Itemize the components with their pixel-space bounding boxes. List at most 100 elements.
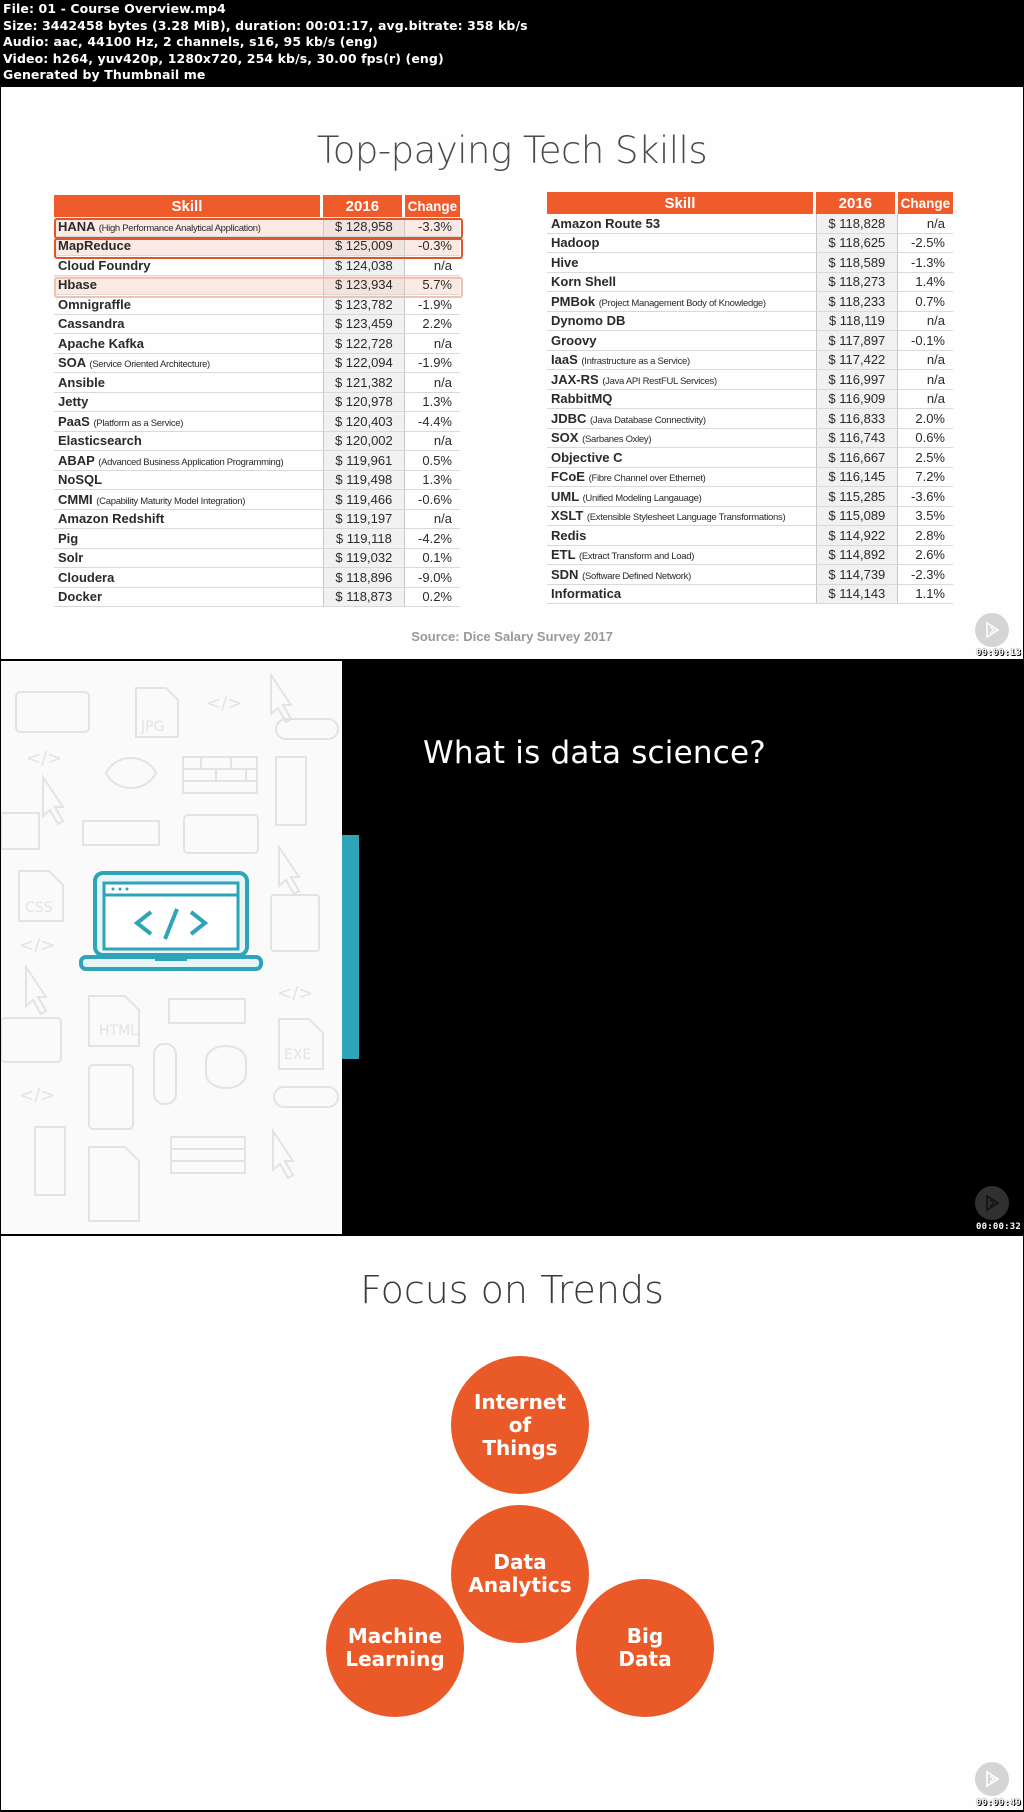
skill-expansion: (Java API RestFUL Services)	[602, 375, 717, 387]
table-row: SOA (Service Oriented Architecture) $ 122…	[54, 353, 460, 373]
skill-cell: Amazon Redshift	[54, 510, 323, 529]
salary-cell: $ 116,667	[815, 448, 898, 468]
salary-cell: $ 119,961	[322, 451, 405, 471]
skill-cell: Cloud Foundry	[54, 256, 323, 276]
tablet-icon	[15, 691, 90, 733]
salary-cell: $ 119,466	[322, 490, 405, 510]
skill-cell: PMBok (Project Management Body of Knowle…	[547, 292, 816, 312]
skill-name: SOA	[58, 355, 86, 371]
salary-cell: $ 118,589	[815, 253, 898, 273]
timestamp: 00:00:49	[976, 1798, 1021, 1808]
skill-name: Elasticsearch	[58, 433, 142, 449]
salary-cell: $ 118,873	[322, 587, 405, 607]
keyboard-icon	[82, 820, 160, 846]
skill-name: Pig	[58, 530, 79, 546]
table-row: Docker $ 118,873 0.2%	[54, 587, 460, 607]
bubble-data-analytics: Data Analytics	[451, 1505, 589, 1643]
cursor-icon	[278, 843, 301, 896]
column-header-skill: Skill	[54, 195, 323, 217]
cursor-icon	[42, 773, 65, 826]
salary-cell: $ 119,118	[322, 529, 405, 549]
table-row: Amazon Redshift $ 119,197 n/a	[54, 509, 460, 529]
skill-name: ETL	[551, 547, 576, 563]
skill-expansion: (Sarbanes Oxley)	[582, 434, 652, 446]
change-cell: n/a	[897, 214, 953, 234]
play-icon	[986, 1770, 1000, 1788]
skill-cell: Cloudera	[54, 568, 323, 588]
column-header-2016: 2016	[815, 192, 898, 214]
audio-info: Audio: aac, 44100 Hz, 2 channels, s16, 9…	[3, 34, 378, 50]
table-row: Ansible $ 121,382 n/a	[54, 373, 460, 393]
skill-cell: Cassandra	[54, 315, 323, 334]
table-row: XSLT (Extensible Stylesheet Language Tra…	[547, 506, 953, 526]
generator-info: Generated by Thumbnail me	[3, 67, 206, 83]
skill-name: SOX	[551, 430, 579, 446]
play-button[interactable]	[975, 1186, 1009, 1220]
thumbnail-frame-1[interactable]: Top-paying Tech Skills Skill 2016 Change…	[1, 87, 1023, 659]
skill-name: JDBC	[551, 410, 587, 426]
chain-icon	[153, 1043, 177, 1105]
chain-icon	[273, 1086, 339, 1108]
brick-wall-icon	[1, 812, 40, 850]
skill-name: Objective C	[551, 449, 623, 465]
table-row: Groovy $ 117,897 -0.1%	[547, 331, 953, 351]
table-row: ETL (Extract Transform and Load) $ 114,89…	[547, 545, 953, 565]
change-cell: 7.2%	[897, 468, 953, 487]
play-button[interactable]	[975, 613, 1009, 647]
table-row: Cloudera $ 118,896 -9.0%	[54, 568, 460, 588]
change-cell: 2.2%	[404, 315, 460, 334]
salary-cell: $ 116,743	[815, 428, 898, 448]
table-row: Hive $ 118,589 -1.3%	[547, 253, 953, 273]
skill-name: Amazon Redshift	[58, 511, 165, 527]
skill-name: Hbase	[58, 277, 98, 293]
salary-cell: $ 120,978	[322, 392, 405, 412]
change-cell: n/a	[897, 312, 953, 331]
table-row: SDN (Software Defined Network) $ 114,739-…	[547, 565, 953, 585]
skill-cell: CMMI (Capability Maturity Model Integrat…	[54, 490, 323, 510]
change-cell: n/a	[404, 256, 460, 276]
skill-expansion: (Java Database Connectivity)	[590, 414, 706, 426]
skill-expansion: (Unified Modeling Langauage)	[582, 492, 702, 504]
change-cell: 2.6%	[897, 546, 953, 565]
svg-text:</>: </>	[206, 693, 242, 714]
svg-text:</>: </>	[26, 748, 62, 769]
change-cell: 0.5%	[404, 451, 460, 471]
play-button[interactable]	[975, 1762, 1009, 1796]
table-row: Elasticsearch $ 120,002 n/a	[54, 431, 460, 451]
skill-name: Hive	[551, 254, 579, 270]
table-row: Dynomo DB $ 118,119 n/a	[547, 311, 953, 331]
salary-cell: $ 120,403	[322, 412, 405, 432]
thumbnail-frame-2[interactable]: JPG </> </> CSS </> </> HTML EXE </> Wha…	[1, 661, 1023, 1234]
skill-name: Cloudera	[58, 569, 115, 585]
skill-expansion: (Software Defined Network)	[582, 570, 691, 582]
slide-title: Top-paying Tech Skills	[316, 129, 708, 172]
change-cell: n/a	[897, 351, 953, 370]
change-cell: -1.3%	[897, 253, 953, 273]
skill-cell: Jetty	[54, 393, 323, 412]
salary-cell: $ 117,897	[815, 331, 898, 351]
svg-text:HTML: HTML	[99, 1023, 138, 1039]
change-cell: 1.3%	[404, 393, 460, 412]
table-row: ABAP (Advanced Business Application Prog…	[54, 451, 460, 471]
table-row: Pig $ 119,118 -4.2%	[54, 529, 460, 549]
table-row: Hbase $ 123,934 5.7%	[54, 275, 460, 295]
bubble-line: Big	[626, 1624, 664, 1648]
change-cell: 0.2%	[404, 588, 460, 607]
bubble-line: Internet	[473, 1389, 567, 1414]
skill-cell: UML (Unified Modeling Langauage)	[547, 487, 816, 507]
skill-expansion: (Infrastructure as a Service)	[581, 356, 690, 368]
skill-cell: SOA (Service Oriented Architecture)	[54, 354, 323, 373]
skill-cell: Solr	[54, 549, 323, 568]
table-row: JDBC (Java Database Connectivity) $ 116,8…	[547, 409, 953, 429]
svg-text:JPG: JPG	[140, 719, 164, 735]
salary-cell: $ 123,782	[322, 295, 405, 315]
thumbnail-frame-3[interactable]: Focus on Trends Internet of Things Data Ana…	[1, 1236, 1023, 1810]
skill-cell: Docker	[54, 588, 323, 607]
salary-cell: $ 116,997	[815, 370, 898, 390]
change-cell: -4.2%	[404, 529, 460, 549]
table-row: FCoE (Fibre Channel over Ethernet) $ 116,…	[547, 467, 953, 487]
salary-cell: $ 118,233	[815, 292, 898, 312]
table-row: PaaS (Platform as a Service) $ 120,403 -4.…	[54, 412, 460, 432]
change-cell: -0.6%	[404, 490, 460, 510]
bubble-line: Data	[493, 1550, 547, 1574]
